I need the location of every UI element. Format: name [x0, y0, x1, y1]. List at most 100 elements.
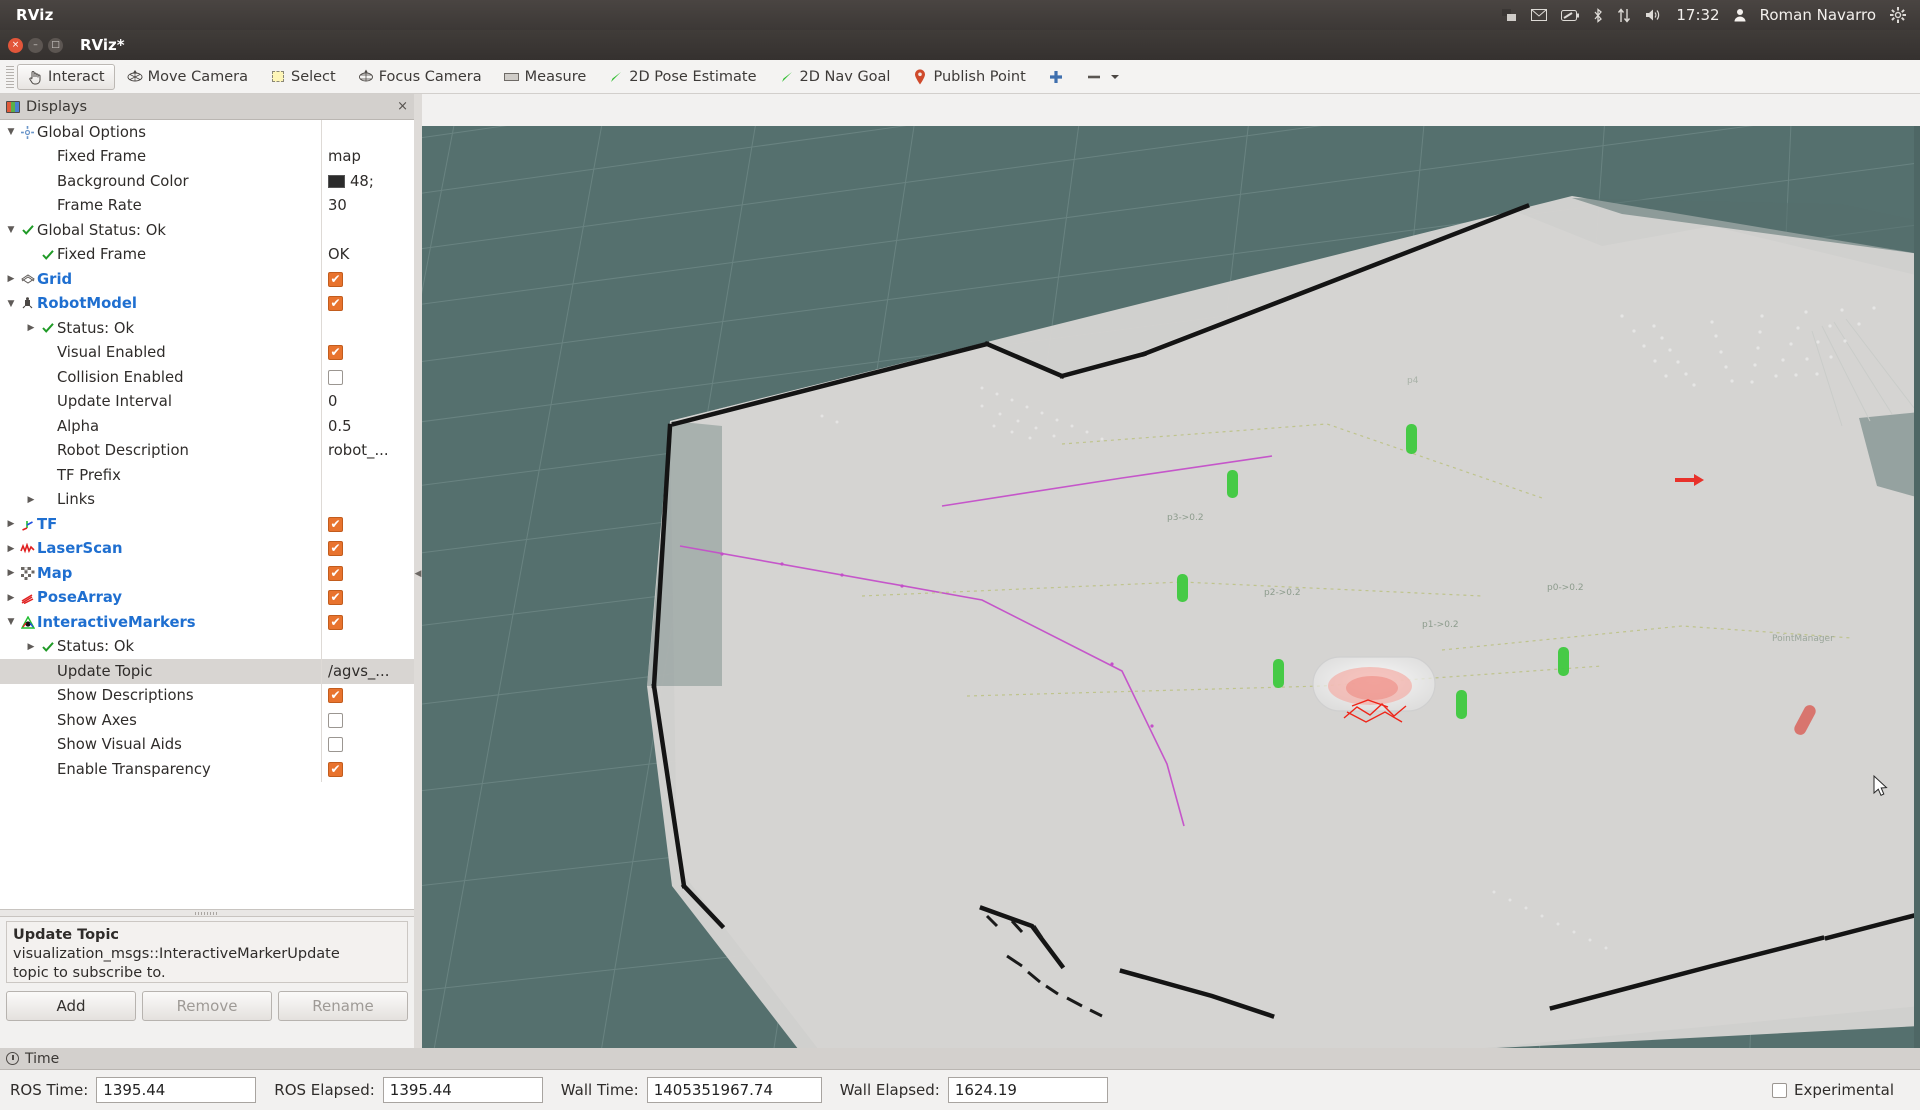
- display-row-value[interactable]: [321, 488, 414, 513]
- wall-time-field[interactable]: 1405351967.74: [647, 1077, 822, 1103]
- display-row[interactable]: Show Axes: [0, 708, 414, 733]
- display-row-value[interactable]: [321, 635, 414, 660]
- experimental-toggle[interactable]: Experimental: [1772, 1081, 1910, 1099]
- displays-tree[interactable]: ▼Global OptionsFixed FramemapBackground …: [0, 120, 414, 910]
- display-icon[interactable]: [1502, 9, 1517, 22]
- display-checkbox[interactable]: [328, 713, 343, 728]
- display-row-value[interactable]: /agvs_...: [321, 659, 414, 684]
- toolbar-drag-handle[interactable]: [6, 66, 14, 88]
- display-row[interactable]: ▶TF✔: [0, 512, 414, 537]
- display-row-value[interactable]: [321, 218, 414, 243]
- display-checkbox[interactable]: ✔: [328, 345, 343, 360]
- tool-interact[interactable]: Interact: [17, 64, 115, 90]
- display-row-value[interactable]: ✔: [321, 537, 414, 562]
- display-row-value[interactable]: ✔: [321, 610, 414, 635]
- horizontal-splitter[interactable]: ◀: [414, 94, 422, 1054]
- toolbar-remove-tool-button[interactable]: [1076, 64, 1133, 90]
- display-row-value[interactable]: [321, 365, 414, 390]
- display-row[interactable]: Robot Descriptionrobot_...: [0, 439, 414, 464]
- chevron-right-icon[interactable]: ▶: [24, 323, 38, 333]
- chevron-down-icon[interactable]: ▼: [4, 225, 18, 235]
- display-row-value[interactable]: ✔: [321, 341, 414, 366]
- display-row[interactable]: Show Descriptions✔: [0, 684, 414, 709]
- display-row[interactable]: ▼Global Status: Ok: [0, 218, 414, 243]
- display-checkbox[interactable]: ✔: [328, 566, 343, 581]
- display-row-value[interactable]: ✔: [321, 586, 414, 611]
- display-row-value[interactable]: ✔: [321, 512, 414, 537]
- display-checkbox[interactable]: ✔: [328, 541, 343, 556]
- tool-publish-point[interactable]: Publish Point: [902, 64, 1035, 90]
- display-row[interactable]: ▶LaserScan✔: [0, 537, 414, 562]
- chevron-down-icon[interactable]: ▼: [4, 617, 18, 627]
- add-button[interactable]: Add: [6, 991, 136, 1021]
- chevron-right-icon[interactable]: ▶: [4, 274, 18, 284]
- chevron-right-icon[interactable]: ▶: [4, 519, 18, 529]
- bluetooth-icon[interactable]: [1593, 8, 1603, 23]
- display-row-value[interactable]: ✔: [321, 684, 414, 709]
- display-row-value[interactable]: [321, 463, 414, 488]
- experimental-checkbox[interactable]: [1772, 1083, 1787, 1098]
- display-row-value[interactable]: 0.5: [321, 414, 414, 439]
- window-maximize-button[interactable]: □: [48, 38, 63, 53]
- display-row-value[interactable]: [321, 733, 414, 758]
- display-row[interactable]: ▶Status: Ok: [0, 316, 414, 341]
- tool-select[interactable]: Select: [260, 64, 346, 90]
- chevron-right-icon[interactable]: ▶: [4, 544, 18, 554]
- chevron-right-icon[interactable]: ▶: [4, 568, 18, 578]
- mail-icon[interactable]: [1531, 9, 1547, 21]
- wall-elapsed-field[interactable]: 1624.19: [948, 1077, 1108, 1103]
- volume-icon[interactable]: [1645, 8, 1662, 22]
- tool-focus-camera[interactable]: Focus Camera: [348, 64, 492, 90]
- tray-clock[interactable]: 17:32: [1676, 6, 1719, 24]
- chevron-right-icon[interactable]: ▶: [24, 495, 38, 505]
- display-row-value[interactable]: [321, 120, 414, 145]
- tray-username[interactable]: Roman Navarro: [1760, 6, 1876, 24]
- display-checkbox[interactable]: ✔: [328, 762, 343, 777]
- display-checkbox[interactable]: [328, 370, 343, 385]
- display-row-value[interactable]: robot_...: [321, 439, 414, 464]
- display-row[interactable]: Fixed FrameOK: [0, 243, 414, 268]
- display-row[interactable]: ▶Grid✔: [0, 267, 414, 292]
- display-row[interactable]: Visual Enabled✔: [0, 341, 414, 366]
- tool-2d-nav-goal[interactable]: 2D Nav Goal: [769, 64, 901, 90]
- display-row[interactable]: Fixed Framemap: [0, 145, 414, 170]
- display-row[interactable]: ▶Map✔: [0, 561, 414, 586]
- display-row[interactable]: ▼Global Options: [0, 120, 414, 145]
- display-row-value[interactable]: 0: [321, 390, 414, 415]
- display-row-value[interactable]: ✔: [321, 757, 414, 782]
- window-close-button[interactable]: ×: [8, 38, 23, 53]
- ros-time-field[interactable]: 1395.44: [96, 1077, 256, 1103]
- toolbar-add-tool-button[interactable]: [1038, 64, 1074, 90]
- window-minimize-button[interactable]: –: [28, 38, 43, 53]
- chevron-down-icon[interactable]: ▼: [4, 299, 18, 309]
- display-row[interactable]: Background Color48;: [0, 169, 414, 194]
- ros-elapsed-field[interactable]: 1395.44: [383, 1077, 543, 1103]
- display-row-value[interactable]: ✔: [321, 292, 414, 317]
- display-row[interactable]: ▼RobotModel✔: [0, 292, 414, 317]
- display-checkbox[interactable]: ✔: [328, 272, 343, 287]
- display-row[interactable]: Alpha0.5: [0, 414, 414, 439]
- display-row-value[interactable]: ✔: [321, 267, 414, 292]
- display-checkbox[interactable]: ✔: [328, 590, 343, 605]
- display-row[interactable]: Show Visual Aids: [0, 733, 414, 758]
- chevron-right-icon[interactable]: ▶: [4, 593, 18, 603]
- display-row[interactable]: Collision Enabled: [0, 365, 414, 390]
- display-row-value[interactable]: OK: [321, 243, 414, 268]
- tool-move-camera[interactable]: Move Camera: [117, 64, 258, 90]
- display-row-value[interactable]: 48;: [321, 169, 414, 194]
- display-row[interactable]: Update Topic/agvs_...: [0, 659, 414, 684]
- display-row[interactable]: Enable Transparency✔: [0, 757, 414, 782]
- display-checkbox[interactable]: [328, 737, 343, 752]
- rename-button[interactable]: Rename: [278, 991, 408, 1021]
- display-checkbox[interactable]: ✔: [328, 615, 343, 630]
- tool-2d-pose-estimate[interactable]: 2D Pose Estimate: [598, 64, 766, 90]
- display-row-value[interactable]: 30: [321, 194, 414, 219]
- display-row[interactable]: ▶Status: Ok: [0, 635, 414, 660]
- battery-icon[interactable]: [1561, 10, 1579, 21]
- display-row[interactable]: ▶Links: [0, 488, 414, 513]
- network-updown-icon[interactable]: [1617, 8, 1631, 23]
- display-row[interactable]: TF Prefix: [0, 463, 414, 488]
- display-row-value[interactable]: map: [321, 145, 414, 170]
- render-view-3d[interactable]: p3->0.2 p2->0.2 p1->0.2 p0->0.2 PointMan…: [422, 126, 1920, 1054]
- chevron-right-icon[interactable]: ▶: [24, 642, 38, 652]
